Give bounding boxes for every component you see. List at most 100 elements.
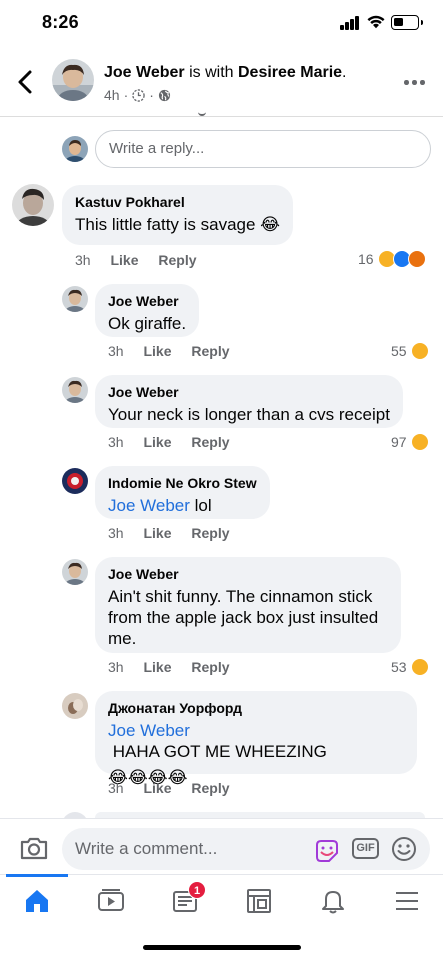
tagged-name[interactable]: Desiree Marie <box>238 64 342 81</box>
like-button[interactable]: Like <box>143 343 171 359</box>
status-time: 8:26 <box>42 12 79 32</box>
wifi-icon <box>367 15 385 29</box>
comment: Joe Weber Your neck is longer than a cvs… <box>0 374 443 456</box>
comment-text: Your neck is longer than a cvs receipt <box>108 405 390 424</box>
reply-button[interactable]: Reply <box>158 252 196 268</box>
tab-news[interactable]: 1 <box>148 875 222 931</box>
meta-separator-2: · <box>149 87 154 103</box>
tab-notifications[interactable] <box>296 875 370 931</box>
post-header: Joe Weber is with Desiree Marie. 4h · · <box>0 54 443 114</box>
comment-actions: 3h Like Reply <box>108 525 230 541</box>
status-bar: 8:26 <box>0 0 443 48</box>
commenter-avatar[interactable] <box>62 559 88 585</box>
commenter-avatar[interactable] <box>62 468 88 494</box>
camera-icon[interactable] <box>19 835 49 861</box>
comment-bubble[interactable]: Joe Weber Your neck is longer than a cvs… <box>95 375 403 428</box>
comment: Indomie Ne Okro Stew Joe Weber lol 3h Li… <box>0 465 443 547</box>
comment-composer: Write a comment... GIF <box>0 818 443 874</box>
reaction-summary[interactable]: 55 <box>391 342 429 360</box>
post-title: Joe Weber is with Desiree Marie. <box>104 64 347 82</box>
comment-text: Joe Weber HAHA GOT ME WHEEZING <box>108 720 404 762</box>
haha-reaction-icon <box>410 342 429 360</box>
with-text: is with <box>189 64 234 81</box>
commenter-avatar[interactable] <box>62 377 88 403</box>
menu-icon <box>396 892 418 910</box>
mention-link[interactable]: Joe Weber <box>108 721 190 740</box>
comment-author[interactable]: Kastuv Pokharel <box>75 194 280 211</box>
more-options-icon[interactable] <box>404 78 428 86</box>
comment-time: 3h <box>108 343 124 359</box>
reaction-count: 53 <box>391 659 407 675</box>
comment-author[interactable]: Joe Weber <box>108 293 186 310</box>
reply-button[interactable]: Reply <box>191 434 229 450</box>
comment-actions: 3h Like Reply <box>108 343 230 359</box>
comment-bubble[interactable]: Joe Weber Ok giraffe. <box>95 284 200 337</box>
comment-text: This little fatty is savage 😂 <box>75 215 281 234</box>
globe-icon <box>158 89 170 101</box>
comment-author[interactable]: Joe Weber <box>108 566 388 583</box>
reply-button[interactable]: Reply <box>191 659 229 675</box>
reaction-summary[interactable]: 53 <box>391 658 429 676</box>
commenter-avatar[interactable] <box>62 286 88 312</box>
clock-icon <box>132 88 145 102</box>
reaction-summary[interactable]: 16 <box>358 250 426 268</box>
like-button[interactable]: Like <box>143 659 171 675</box>
meta-separator: · <box>123 87 129 103</box>
reply-button[interactable]: Reply <box>191 525 229 541</box>
comment-author[interactable]: Joe Weber <box>108 384 390 401</box>
tab-menu[interactable] <box>370 875 443 931</box>
comment-time: 3h <box>108 659 124 675</box>
comment-actions: 3h Like Reply <box>108 780 230 796</box>
author-avatar[interactable] <box>52 59 94 101</box>
tab-marketplace[interactable] <box>222 875 296 931</box>
comment-bubble[interactable]: Joe Weber Ain't shit funny. The cinnamon… <box>95 557 401 653</box>
comment-author[interactable]: Indomie Ne Okro Stew <box>108 475 257 492</box>
tab-watch[interactable] <box>74 875 148 931</box>
comment-text: Ok giraffe. <box>108 314 187 333</box>
notification-badge: 1 <box>188 881 206 899</box>
post-time: 4h <box>104 87 120 103</box>
like-button[interactable]: Like <box>143 780 171 796</box>
comment-author[interactable]: Джонатан Уорфорд <box>108 700 404 717</box>
commenter-avatar[interactable] <box>62 693 88 719</box>
haha-reaction-icon <box>410 433 429 451</box>
like-button[interactable]: Like <box>110 252 138 268</box>
reply-button[interactable]: Reply <box>191 780 229 796</box>
haha-reaction-icon <box>410 658 429 676</box>
battery-icon <box>391 15 423 30</box>
sticker-icon[interactable] <box>313 839 341 865</box>
gif-button[interactable]: GIF <box>352 838 379 859</box>
commenter-avatar[interactable] <box>12 184 54 226</box>
comment-bubble[interactable]: Джонатан Уорфорд Joe Weber HAHA GOT ME W… <box>95 691 417 787</box>
comment-time: 3h <box>108 525 124 541</box>
active-tab-indicator <box>6 874 68 877</box>
like-button[interactable]: Like <box>143 434 171 450</box>
reply-button[interactable]: Reply <box>191 343 229 359</box>
like-button[interactable]: Like <box>143 525 171 541</box>
comment-text: Ain't shit funny. The cinnamon stick fro… <box>108 587 379 648</box>
comment: Joe Weber Ain't shit funny. The cinnamon… <box>0 556 443 681</box>
emoji-icon[interactable] <box>391 836 417 862</box>
reply-row: Write a reply... <box>62 130 432 168</box>
reaction-summary[interactable]: 97 <box>391 433 429 451</box>
angry-reaction-icon <box>407 250 426 268</box>
title-period: . <box>342 64 347 81</box>
home-indicator <box>143 945 301 950</box>
comment-bubble[interactable]: Kastuv Pokharel This little fatty is sav… <box>62 185 294 245</box>
comment: Kastuv Pokharel This little fatty is sav… <box>0 180 443 275</box>
home-icon <box>26 890 48 912</box>
comment-actions: 3h Like Reply <box>75 252 197 268</box>
reply-input[interactable]: Write a reply... <box>95 130 431 168</box>
tab-home[interactable] <box>0 874 74 931</box>
comment-bubble[interactable]: Indomie Ne Okro Stew Joe Weber lol <box>95 466 270 519</box>
comment-time: 3h <box>75 252 91 268</box>
comment: Джонатан Уорфорд Joe Weber HAHA GOT ME W… <box>0 690 443 805</box>
mention-link[interactable]: Joe Weber <box>108 496 190 515</box>
back-icon[interactable] <box>14 68 38 96</box>
comment: Joe Weber Ok giraffe. 3h Like Reply 55 <box>0 283 443 365</box>
post-author-name[interactable]: Joe Weber <box>104 64 185 81</box>
reaction-count: 97 <box>391 434 407 450</box>
watch-icon <box>98 889 124 911</box>
marketplace-icon <box>247 889 271 913</box>
comment-time: 3h <box>108 434 124 450</box>
